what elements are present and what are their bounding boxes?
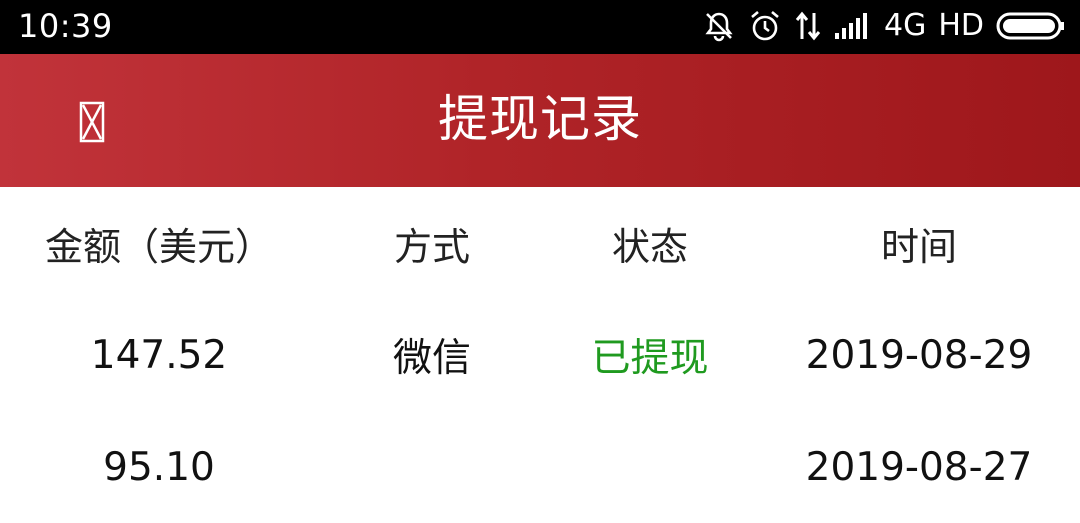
- table-header: 金额（美元） 方式 状态 时间: [0, 187, 1080, 299]
- column-header-amount: 金额（美元）: [44, 224, 273, 269]
- date-cell: 2019-08-29: [805, 332, 1033, 378]
- alarm-icon: [751, 11, 779, 41]
- signal-icon: [834, 13, 867, 39]
- app-header: 提现记录: [0, 54, 1080, 187]
- column-header-status: 状态: [611, 224, 688, 269]
- amount-cell: 95.10: [103, 444, 215, 490]
- date-cell: 2019-08-27: [805, 444, 1033, 490]
- data-arrows-icon: [795, 11, 821, 41]
- status-bar: 10:39 4G HD: [0, 0, 1080, 54]
- method-cell: 微信: [392, 336, 471, 381]
- page-title: 提现记录: [438, 90, 642, 148]
- bell-off-icon: [705, 12, 733, 42]
- status-time: 10:39: [18, 7, 113, 45]
- column-header-time: 时间: [880, 224, 957, 269]
- method-cell: [322, 411, 542, 523]
- hd-indicator: HD: [938, 8, 984, 43]
- table-row[interactable]: 95.10 2019-08-27: [0, 411, 1080, 523]
- table-row[interactable]: 147.52 微信 已提现 2019-08-29: [0, 299, 1080, 411]
- withdrawal-table: 金额（美元） 方式 状态 时间 147.52 微信 已提现 2019-08-29…: [0, 187, 1080, 523]
- battery-icon: [996, 12, 1064, 40]
- status-icons: 4G HD: [702, 6, 1066, 46]
- amount-cell: 147.52: [90, 332, 228, 378]
- column-header-method: 方式: [393, 224, 470, 269]
- status-cell: [542, 411, 758, 523]
- network-type: 4G: [883, 8, 927, 43]
- status-cell: 已提现: [591, 336, 709, 381]
